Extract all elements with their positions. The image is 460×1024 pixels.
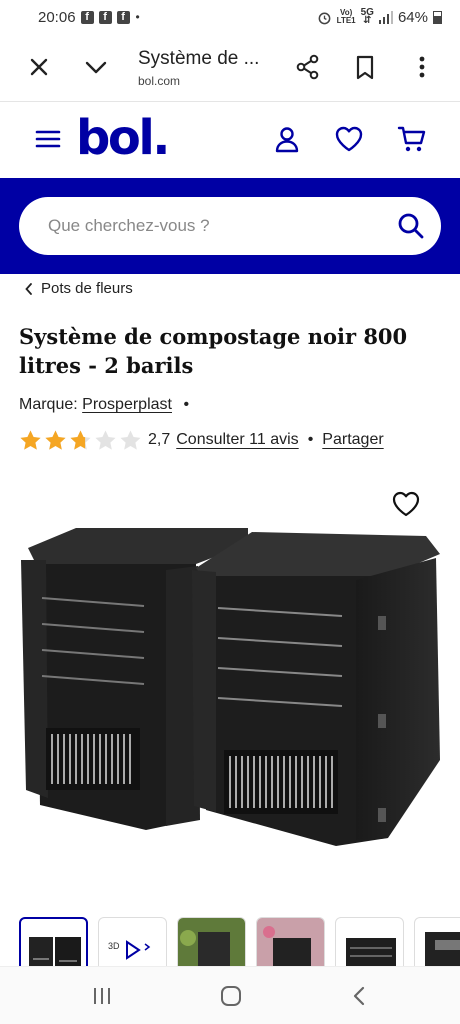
star-icon bbox=[95, 429, 116, 450]
account-icon[interactable] bbox=[271, 123, 303, 155]
thumb-garden[interactable] bbox=[177, 917, 246, 969]
network-label-bottom: LTE1 bbox=[336, 16, 356, 25]
composter-thumbnail-image bbox=[29, 937, 81, 969]
search-input[interactable]: Que cherchez-vous ? bbox=[19, 197, 441, 255]
facebook-icon: f bbox=[98, 10, 112, 24]
thumb-video[interactable]: 3D bbox=[98, 917, 167, 969]
rating-separator: • bbox=[307, 431, 314, 448]
product-title: Système de compostage noir 800 litres - … bbox=[19, 324, 408, 378]
signal-icon bbox=[378, 10, 393, 24]
search-placeholder: Que cherchez-vous ? bbox=[48, 216, 210, 235]
wishlist-heart-icon[interactable] bbox=[333, 123, 365, 155]
data-arrows-icon: ⇵ bbox=[363, 15, 372, 26]
brand-label: Marque: bbox=[19, 396, 78, 413]
brand-link[interactable]: Prosperplast bbox=[82, 396, 172, 413]
star-icon bbox=[20, 429, 41, 450]
site-header: bol. bbox=[0, 103, 460, 178]
battery-percent: 64% bbox=[397, 8, 428, 26]
product-image[interactable] bbox=[16, 520, 446, 850]
bookmark-icon[interactable] bbox=[350, 52, 380, 82]
alarm-icon bbox=[318, 12, 331, 24]
search-icon[interactable] bbox=[395, 210, 427, 242]
brand-separator: • bbox=[183, 396, 190, 413]
share-icon[interactable] bbox=[293, 52, 323, 82]
thumbnail-strip[interactable]: 3D bbox=[19, 917, 460, 969]
android-nav-bar bbox=[0, 966, 460, 1024]
rating-stars[interactable] bbox=[19, 429, 142, 452]
status-bar: 20:06 f f f • Vo) LTE1 5G ⇵ 64% bbox=[0, 0, 460, 34]
flowers-thumbnail-image bbox=[257, 918, 324, 969]
status-time: 20:06 bbox=[38, 8, 76, 26]
breadcrumb[interactable]: Pots de fleurs bbox=[25, 280, 133, 297]
browser-url[interactable]: bol.com bbox=[138, 74, 180, 88]
more-vertical-icon[interactable] bbox=[407, 52, 437, 82]
battery-icon bbox=[433, 10, 442, 24]
chevron-down-icon[interactable] bbox=[81, 52, 111, 82]
star-icon bbox=[45, 429, 66, 450]
reviews-link[interactable]: Consulter 11 avis bbox=[176, 431, 298, 449]
recent-apps-icon[interactable] bbox=[90, 984, 114, 1008]
star-icon bbox=[120, 429, 141, 450]
search-band: Que cherchez-vous ? bbox=[0, 178, 460, 274]
close-icon[interactable] bbox=[24, 52, 54, 82]
thumb-composter-3[interactable] bbox=[414, 917, 460, 969]
hamburger-menu-icon[interactable] bbox=[32, 123, 64, 155]
facebook-icon: f bbox=[80, 10, 94, 24]
browser-page-title[interactable]: Système de ... bbox=[138, 48, 259, 70]
network-label: Vo) LTE1 bbox=[337, 9, 356, 25]
thumb-composter[interactable] bbox=[19, 917, 88, 969]
browser-toolbar: Système de ... bol.com bbox=[0, 34, 460, 102]
rating-row: 2,7 Consulter 11 avis • Partager bbox=[19, 426, 384, 454]
right-composter-bin bbox=[192, 532, 440, 846]
breadcrumb-label[interactable]: Pots de fleurs bbox=[41, 280, 133, 297]
composter-2-thumbnail-image bbox=[346, 938, 396, 969]
notification-more-dot: • bbox=[135, 10, 140, 24]
thumb-composter-2[interactable] bbox=[335, 917, 404, 969]
home-icon[interactable] bbox=[219, 984, 243, 1008]
rating-value: 2,7 bbox=[148, 431, 171, 448]
cart-icon[interactable] bbox=[396, 123, 428, 155]
brand-row: Marque: Prosperplast • bbox=[19, 396, 189, 414]
chevron-left-icon bbox=[25, 282, 32, 295]
share-link[interactable]: Partager bbox=[322, 431, 383, 449]
star-icon bbox=[70, 429, 91, 450]
back-icon[interactable] bbox=[348, 984, 372, 1008]
favorite-heart-icon[interactable] bbox=[390, 488, 422, 520]
thumb-video-label: 3D bbox=[108, 941, 120, 951]
bol-logo[interactable]: bol. bbox=[76, 110, 171, 166]
garden-thumbnail-image bbox=[178, 918, 245, 969]
thumb-flowers[interactable] bbox=[256, 917, 325, 969]
composter-3-thumbnail-image bbox=[425, 932, 460, 966]
network-type: 5G ⇵ bbox=[361, 8, 374, 26]
facebook-icon: f bbox=[116, 10, 130, 24]
